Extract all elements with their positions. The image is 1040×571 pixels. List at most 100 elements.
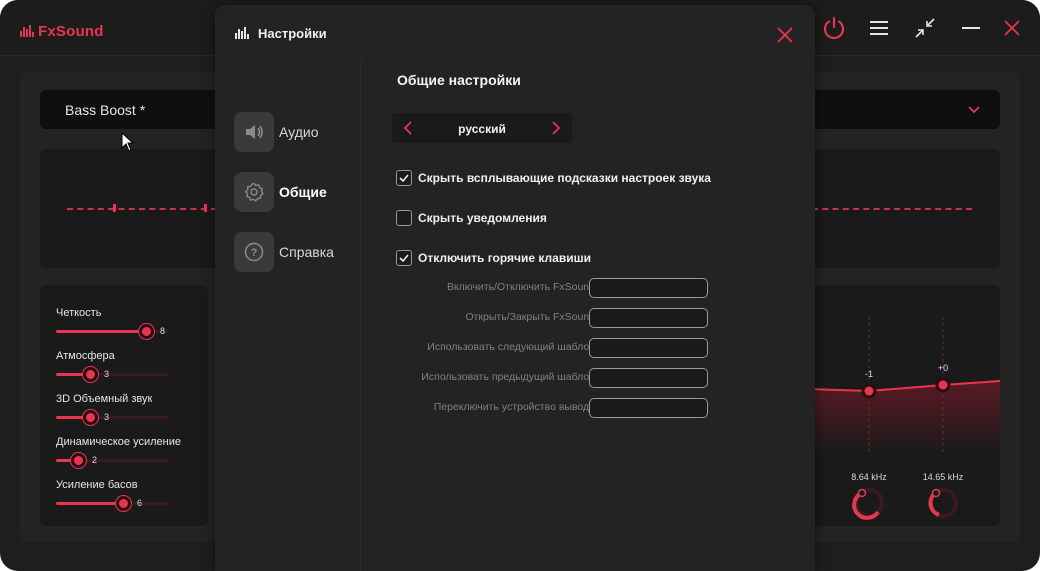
effect-value: 3 [104, 412, 110, 422]
hotkey-toggle-fxsound: Включить/Отключить FxSound [422, 278, 708, 298]
eq-band-gain: -1 [865, 369, 873, 379]
hotkey-next-preset: Использовать следующий шаблон [422, 338, 708, 358]
power-button[interactable] [820, 14, 848, 42]
checkmark-icon [399, 174, 409, 183]
gear-icon [234, 172, 274, 212]
close-app-button[interactable] [998, 14, 1026, 42]
nav-audio[interactable]: Аудио [234, 112, 354, 152]
hotkey-input[interactable] [589, 278, 708, 298]
hide-notifications-option[interactable]: Скрыть уведомления [396, 209, 547, 227]
effect-label: 3D Объемный звук [56, 393, 153, 405]
hide-tooltips-option[interactable]: Скрыть всплывающие подсказки настроек зв… [396, 169, 711, 187]
section-title: Общие настройки [397, 72, 521, 88]
effect-label: Динамическое усиление [56, 436, 181, 448]
collapse-icon [915, 18, 935, 38]
mouse-cursor-icon [121, 132, 135, 152]
eq-band-gain: +0 [938, 363, 948, 373]
menu-button[interactable] [865, 14, 893, 42]
effect-label: Четкость [56, 307, 102, 319]
hotkey-label: Переключить устройство вывода [433, 401, 595, 413]
effect-surround: 3D Объемный звук 3 [56, 393, 196, 425]
hotkey-switch-output: Переключить устройство вывода [422, 398, 708, 418]
hide-notifications-checkbox[interactable] [396, 210, 412, 226]
hotkey-previous-preset: Использовать предыдущий шаблон [421, 368, 708, 388]
settings-title: Настройки [258, 26, 327, 41]
nav-label: Аудио [279, 124, 319, 140]
visualizer-line [812, 208, 972, 210]
effect-dynamic-boost: Динамическое усиление 2 [56, 436, 196, 468]
fxsound-window: FxSound Bass Boost * Четкость 8 Атмосфер… [0, 0, 1040, 571]
effect-label: Атмосфера [56, 350, 115, 362]
eq-band-handle[interactable] [935, 377, 951, 393]
settings-dialog: Настройки Аудио Общие ? Справка Общие на… [215, 5, 815, 571]
settings-header: Настройки [215, 5, 815, 61]
hotkey-input[interactable] [589, 398, 708, 418]
close-settings-icon[interactable] [772, 22, 798, 48]
effect-value: 2 [92, 455, 98, 465]
slider-handle[interactable] [71, 453, 86, 468]
nav-help[interactable]: ? Справка [234, 232, 354, 272]
hotkey-label: Открыть/Закрыть FxSound [465, 311, 595, 323]
hotkey-input[interactable] [589, 368, 708, 388]
preset-name: Bass Boost * [65, 102, 146, 118]
visualizer-line [67, 208, 217, 210]
settings-sidebar: Аудио Общие ? Справка [215, 61, 361, 571]
hotkey-input[interactable] [589, 308, 708, 328]
effect-slider[interactable] [56, 367, 168, 382]
visualizer-bar [204, 204, 207, 212]
nav-general[interactable]: Общие [234, 172, 354, 212]
hotkey-label: Включить/Отключить FxSound [446, 281, 595, 293]
language-value: русский [458, 122, 506, 136]
minimize-icon [962, 27, 980, 29]
visualizer-bar [113, 204, 116, 212]
effect-bass-boost: Усиление басов 6 [56, 479, 196, 511]
effect-label: Усиление басов [56, 479, 138, 491]
eq-band-frequency: 14.65 kHz [923, 472, 964, 482]
effect-slider[interactable] [56, 496, 168, 511]
slider-fill [56, 330, 146, 333]
collapse-view-button[interactable] [911, 14, 939, 42]
hide-tooltips-checkbox[interactable] [396, 170, 412, 186]
effect-slider[interactable] [56, 453, 168, 468]
eq-band-frequency: 8.64 kHz [851, 472, 887, 482]
equalizer-panel: -1 +0 8.64 kHz 14.65 kHz [808, 285, 1000, 526]
slider-fill [56, 502, 123, 505]
hotkey-label: Использовать следующий шаблон [427, 341, 595, 353]
slider-handle[interactable] [116, 496, 131, 511]
svg-text:?: ? [251, 247, 258, 259]
language-selector: русский [392, 113, 572, 143]
chevron-right-icon[interactable] [547, 120, 563, 136]
slider-handle[interactable] [83, 367, 98, 382]
effect-ambience: Атмосфера 3 [56, 350, 196, 382]
effect-value: 3 [104, 369, 110, 379]
effect-slider[interactable] [56, 410, 168, 425]
hotkey-open-close: Открыть/Закрыть FxSound [422, 308, 708, 328]
equalizer-graph: -1 +0 8.64 kHz 14.65 kHz [808, 317, 1000, 520]
disable-hotkeys-option[interactable]: Отключить горячие клавиши [396, 249, 591, 267]
app-logo: FxSound [20, 22, 104, 40]
eq-band-knob[interactable] [852, 488, 884, 520]
checkbox-label: Скрыть уведомления [418, 211, 547, 225]
effects-panel: Четкость 8 Атмосфера 3 3D Объемный звук … [40, 285, 208, 526]
effect-value: 8 [160, 326, 166, 336]
checkbox-label: Отключить горячие клавиши [418, 251, 591, 265]
hotkey-input[interactable] [589, 338, 708, 358]
eq-band-knob[interactable] [928, 488, 958, 518]
close-icon [1004, 20, 1020, 36]
checkbox-label: Скрыть всплывающие подсказки настроек зв… [418, 171, 711, 185]
effect-value: 6 [137, 498, 143, 508]
slider-handle[interactable] [83, 410, 98, 425]
chevron-down-icon [968, 106, 980, 114]
settings-bars-icon [235, 27, 249, 39]
eq-band-handle[interactable] [861, 383, 877, 399]
minimize-button[interactable] [957, 14, 985, 42]
menu-icon [870, 21, 888, 35]
effect-slider[interactable] [56, 324, 168, 339]
app-name: FxSound [38, 22, 104, 40]
help-icon: ? [234, 232, 274, 272]
nav-label: Общие [279, 184, 327, 200]
disable-hotkeys-checkbox[interactable] [396, 250, 412, 266]
slider-handle[interactable] [139, 324, 154, 339]
logo-bars-icon [20, 25, 34, 37]
hotkey-label: Использовать предыдущий шаблон [421, 371, 595, 383]
